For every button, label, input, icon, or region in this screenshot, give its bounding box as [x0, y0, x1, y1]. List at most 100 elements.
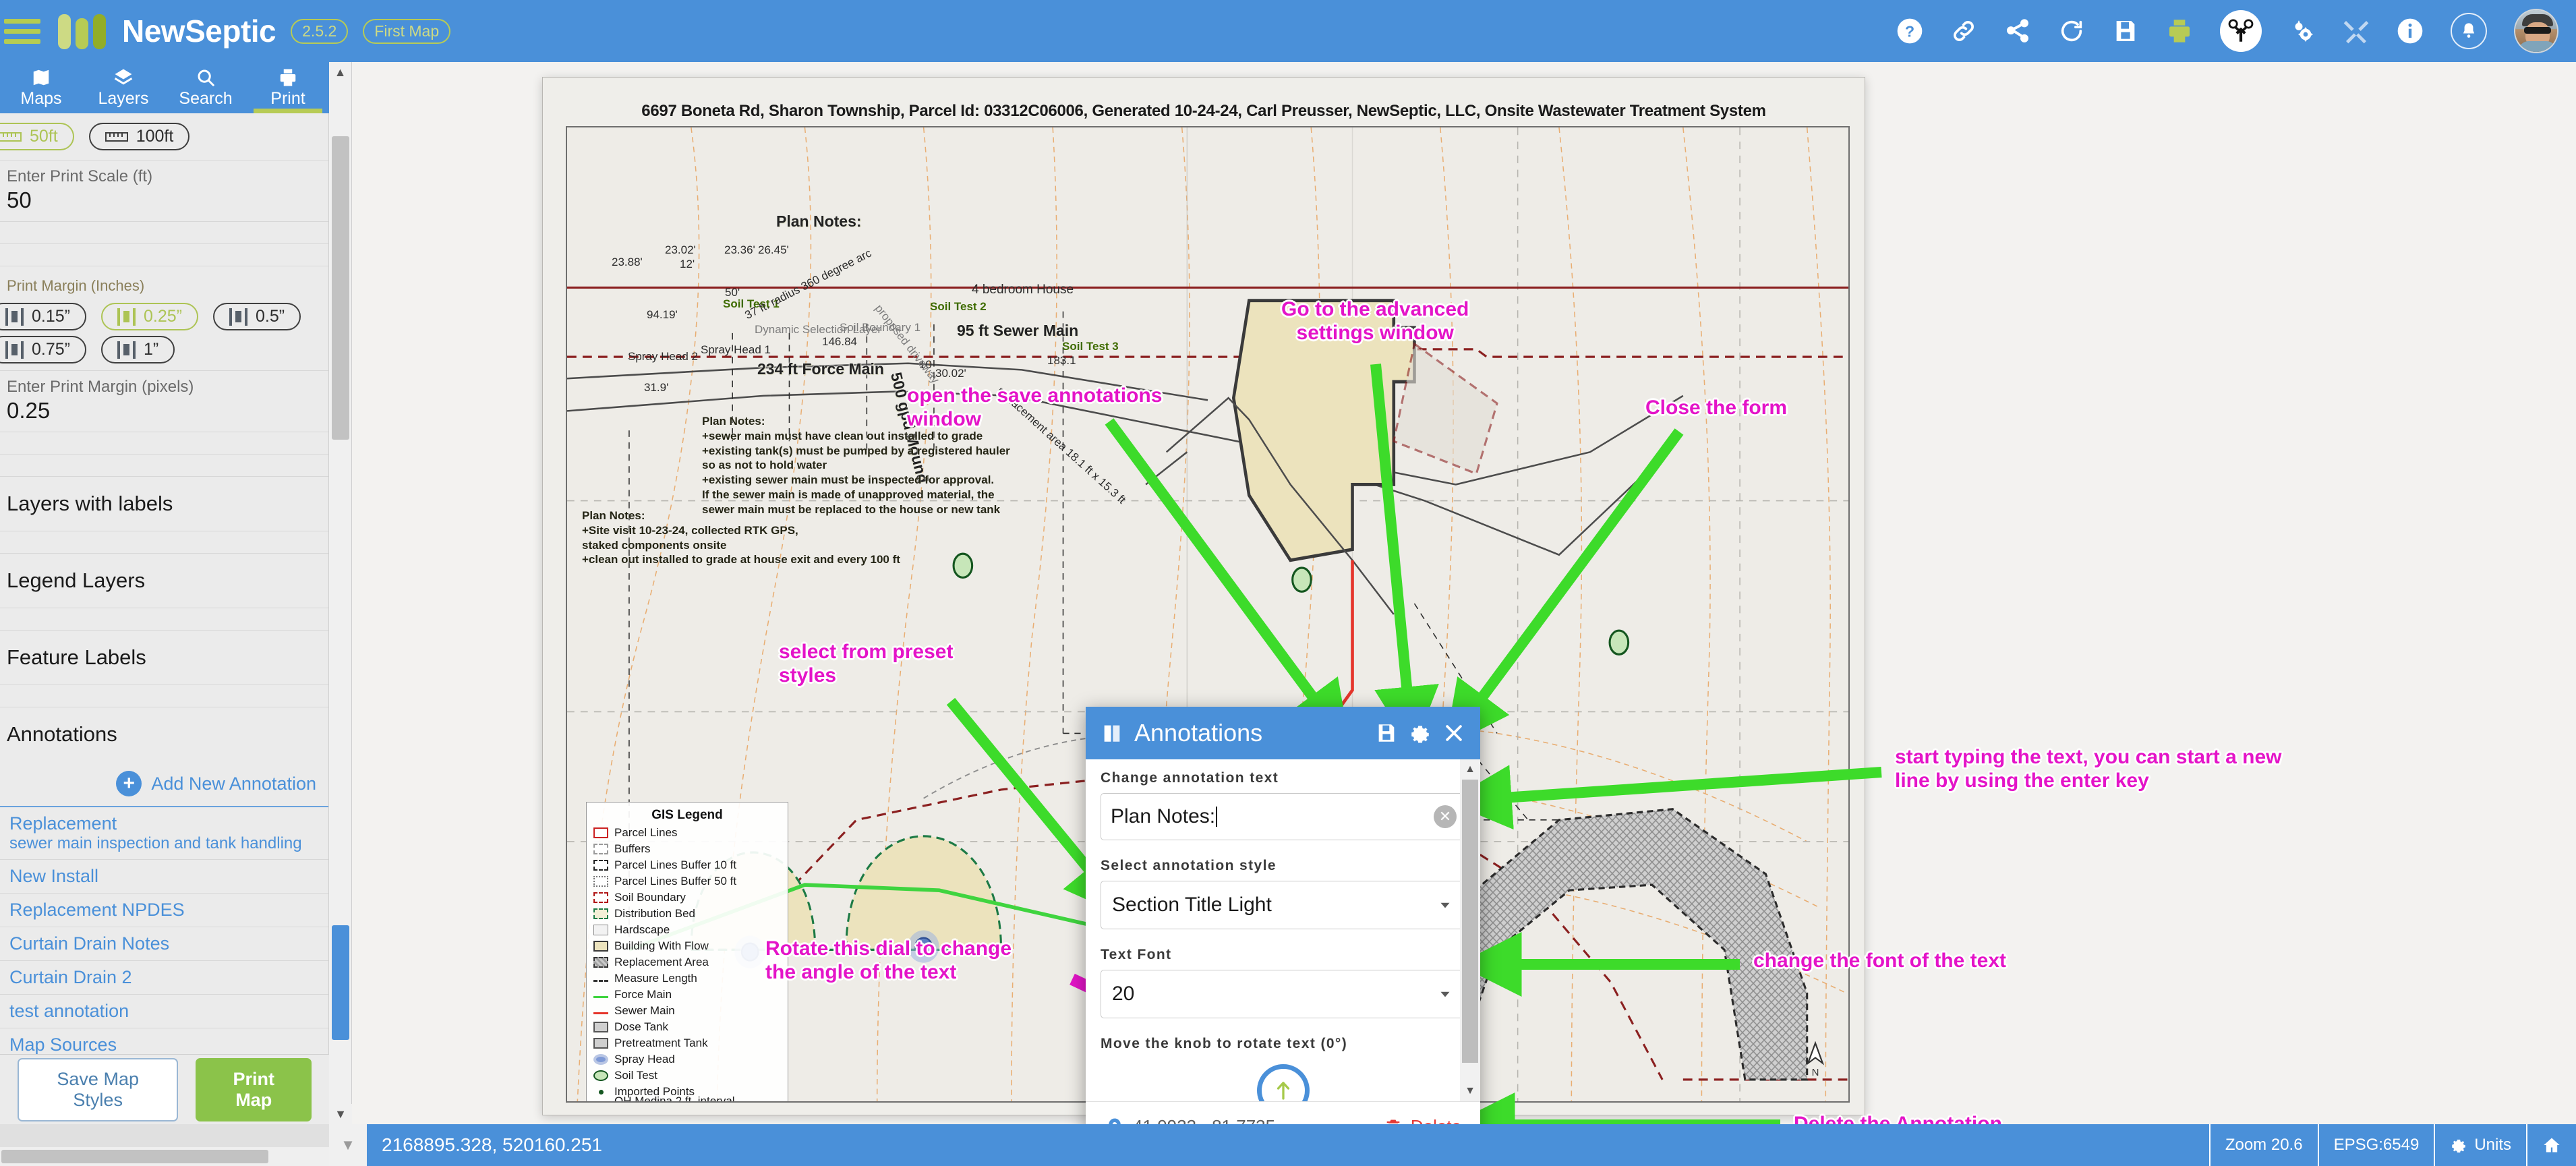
epsg-code[interactable]: EPSG:6549: [2317, 1124, 2434, 1166]
annotations-dialog[interactable]: Annotations Change annotation text Plan …: [1086, 707, 1480, 1155]
print-margin-field[interactable]: Enter Print Margin (pixels) 0.25: [0, 371, 328, 432]
save-annotations-button[interactable]: [1375, 722, 1398, 745]
info-icon[interactable]: [2397, 18, 2424, 45]
annotation-title: Replacement: [9, 813, 117, 834]
caret-down-icon[interactable]: ▼: [329, 1124, 367, 1166]
user-avatar[interactable]: [2514, 9, 2558, 53]
margin-chip-05-label: 0.5”: [255, 307, 285, 326]
scale-chip-100ft[interactable]: 100ft: [88, 123, 190, 150]
units-button[interactable]: Units: [2434, 1124, 2526, 1166]
dialog-title: Annotations: [1134, 719, 1263, 747]
units-label: Units: [2474, 1136, 2511, 1154]
share-icon[interactable]: [2004, 18, 2031, 45]
scroll-down-arrow-icon[interactable]: ▼: [329, 1104, 352, 1124]
legend-label: Hardscape: [614, 923, 670, 936]
list-item[interactable]: Replacement NPDES: [0, 894, 328, 927]
floppy-save-icon: [1378, 724, 1395, 742]
scroll-down-arrow-icon[interactable]: ▼: [1460, 1081, 1480, 1101]
legend-item: Measure Length: [593, 970, 781, 987]
newseptic-logo-icon: [58, 13, 106, 49]
section-feature-labels[interactable]: Feature Labels: [0, 631, 328, 685]
print-icon[interactable]: [2166, 18, 2193, 45]
advanced-settings-button[interactable]: [1409, 722, 1432, 745]
margin-chip-015[interactable]: 0.15”: [0, 303, 86, 330]
legend-swatch-parcel-buffer-50: [593, 876, 608, 887]
margin-chip-025[interactable]: 0.25”: [100, 303, 198, 330]
legend-label: Measure Length: [614, 972, 697, 985]
left-tool-tabs: Maps Layers Search Print: [0, 62, 329, 113]
scroll-up-arrow-icon[interactable]: ▲: [1460, 759, 1480, 780]
help-icon[interactable]: ?: [1896, 18, 1923, 45]
tab-layers-label: Layers: [98, 88, 149, 108]
panel-spacer-2: [0, 244, 328, 266]
save-icon[interactable]: [2112, 18, 2139, 45]
list-item[interactable]: Curtain Drain 2: [0, 961, 328, 995]
margin-chip-05[interactable]: 0.5”: [212, 303, 301, 330]
tab-search[interactable]: Search: [165, 62, 247, 113]
panel-scrollbar[interactable]: ▲ ▼: [329, 62, 352, 1124]
panel-horizontal-scrollbar[interactable]: [0, 1147, 329, 1166]
legend-item: Hardscape: [593, 922, 781, 938]
rotate-knob[interactable]: [1256, 1064, 1310, 1101]
settings-gears-icon[interactable]: [2289, 18, 2316, 45]
dialog-body: Change annotation text Plan Notes: ✕ Sel…: [1086, 759, 1480, 1101]
dialog-scrollbar[interactable]: ▲ ▼: [1460, 759, 1480, 1101]
margin-chip-075[interactable]: 0.75”: [0, 336, 86, 363]
legend-label: Parcel Lines: [614, 826, 678, 839]
legend-label: Spray Head: [614, 1053, 675, 1066]
print-scale-field[interactable]: Enter Print Scale (ft) 50: [0, 161, 328, 222]
annotation-title: Replacement NPDES: [9, 900, 185, 920]
legend-item: Building With Flow: [593, 938, 781, 954]
list-item[interactable]: New Install: [0, 860, 328, 894]
notifications-bell-icon[interactable]: [2451, 13, 2487, 49]
scrollbar-thumb[interactable]: [332, 136, 349, 440]
text-font-value: 20: [1112, 983, 1135, 1005]
tab-maps[interactable]: Maps: [0, 62, 82, 113]
scrollbar-thumb-secondary[interactable]: [332, 925, 349, 1040]
scale-chip-50ft[interactable]: 50ft: [0, 123, 74, 150]
save-map-styles-button[interactable]: Save Map Styles: [18, 1057, 179, 1121]
tools-icon[interactable]: [2343, 18, 2370, 45]
zoom-level[interactable]: Zoom 20.6: [2208, 1124, 2318, 1166]
ruler-icon: [0, 132, 22, 142]
legend-item: Buffers: [593, 841, 781, 857]
legend-item: Parcel Lines: [593, 825, 781, 841]
add-annotation-button[interactable]: + Add New Annotation: [0, 761, 328, 807]
annotation-title: New Install: [9, 866, 99, 886]
print-margin-label: Enter Print Margin (pixels): [7, 378, 194, 396]
section-annotations[interactable]: Annotations: [0, 707, 328, 761]
list-item[interactable]: test annotation: [0, 995, 328, 1028]
annotation-style-select[interactable]: Section Title Light: [1101, 881, 1465, 929]
list-item[interactable]: Curtain Drain Notes: [0, 927, 328, 961]
tab-print[interactable]: Print: [247, 62, 329, 113]
map-name-badge[interactable]: First Map: [363, 18, 451, 44]
status-bar: ▼ 2168895.328, 520160.251 Zoom 20.6 EPSG…: [0, 1124, 2576, 1166]
legend-item: Parcel Lines Buffer 50 ft: [593, 873, 781, 890]
annotation-subtitle: sewer main inspection and tank handling: [9, 834, 302, 852]
hscrollbar-thumb[interactable]: [1, 1150, 268, 1163]
section-legend-layers[interactable]: Legend Layers: [0, 554, 328, 608]
legend-swatch-measure-length: [593, 979, 608, 982]
annotation-text-input[interactable]: Plan Notes: ✕: [1101, 793, 1465, 840]
hamburger-icon[interactable]: [4, 18, 40, 44]
legend-label: Distribution Bed: [614, 907, 696, 920]
margin-chip-1[interactable]: 1”: [100, 336, 175, 363]
drone-icon[interactable]: [2220, 10, 2262, 52]
legend-item: Replacement Area: [593, 954, 781, 970]
section-layers-with-labels[interactable]: Layers with labels: [0, 477, 328, 531]
header-toolbar: ?: [1896, 9, 2576, 53]
scroll-up-arrow-icon[interactable]: ▲: [329, 62, 351, 82]
home-button[interactable]: [2526, 1124, 2576, 1166]
dialog-scrollbar-thumb[interactable]: [1462, 780, 1478, 1063]
link-icon[interactable]: [1950, 18, 1977, 45]
dialog-header: Annotations: [1086, 707, 1480, 759]
home-icon: [2544, 1138, 2560, 1153]
tab-layers[interactable]: Layers: [82, 62, 165, 113]
clear-circle-icon[interactable]: ✕: [1434, 805, 1457, 828]
legend-swatch-hardscape: [593, 925, 608, 935]
close-button[interactable]: [1442, 722, 1465, 745]
refresh-icon[interactable]: [2058, 18, 2085, 45]
list-item[interactable]: Replacement sewer main inspection and ta…: [0, 807, 328, 860]
print-map-button[interactable]: Print Map: [196, 1057, 312, 1121]
text-font-select[interactable]: 20: [1101, 970, 1465, 1018]
